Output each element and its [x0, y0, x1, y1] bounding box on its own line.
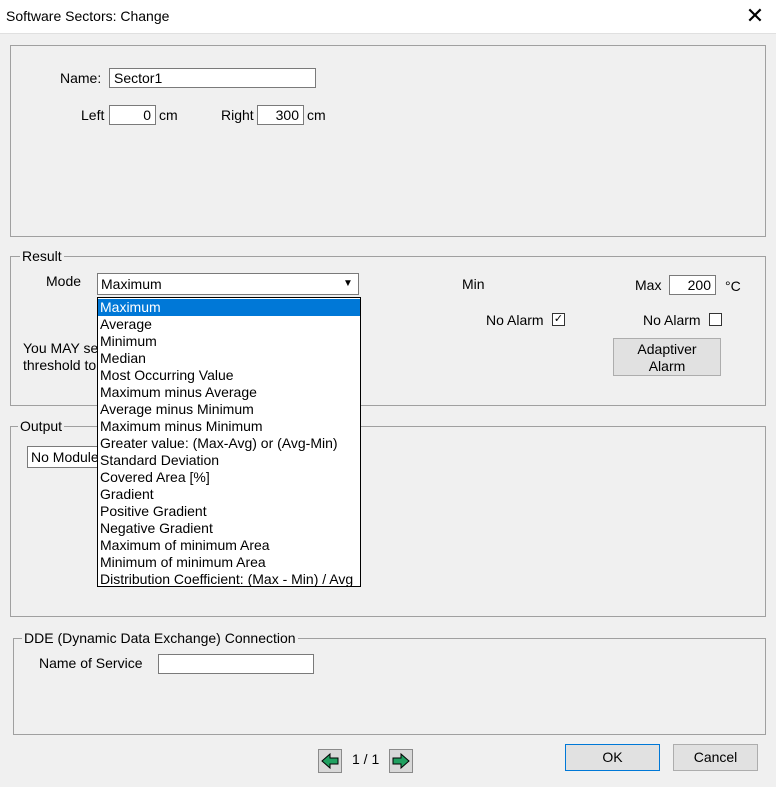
right-label: Right: [221, 107, 254, 123]
mode-option[interactable]: Positive Gradient: [98, 503, 360, 520]
next-page-button[interactable]: [389, 749, 413, 773]
min-label: Min: [462, 276, 485, 292]
mode-option[interactable]: Gradient: [98, 486, 360, 503]
max-field[interactable]: 200: [669, 275, 716, 295]
output-module-value: No Module: [31, 449, 99, 465]
adaptive-alarm-line1: Adaptiver: [637, 341, 697, 357]
title-bar: Software Sectors: Change ✕: [0, 0, 776, 34]
adaptive-alarm-line2: Alarm: [648, 358, 686, 374]
mode-option[interactable]: Average: [98, 316, 360, 333]
mode-option[interactable]: Minimum of minimum Area: [98, 554, 360, 571]
mode-select-value: Maximum: [101, 276, 162, 292]
chevron-down-icon[interactable]: ▼: [338, 274, 358, 294]
mode-dropdown-list: Maximum Average Minimum Median Most Occurrin…: [97, 297, 361, 587]
right-unit: cm: [307, 107, 326, 123]
mode-select[interactable]: Maximum ▼: [97, 273, 359, 295]
mode-option[interactable]: Greater value: (Max-Avg) or (Avg-Min): [98, 435, 360, 452]
arrow-left-icon: [321, 752, 339, 770]
mode-option[interactable]: Maximum minus Minimum: [98, 418, 360, 435]
prev-page-button[interactable]: [318, 749, 342, 773]
service-field[interactable]: [158, 654, 314, 674]
mode-option[interactable]: Maximum: [98, 299, 360, 316]
left-label: Left: [81, 107, 105, 123]
hint-text-line2: threshold to: [23, 357, 97, 373]
check-icon: ✓: [553, 313, 564, 325]
mode-option[interactable]: Most Occurring Value: [98, 367, 360, 384]
window-title: Software Sectors: Change: [6, 8, 170, 24]
max-label: Max: [635, 277, 662, 293]
output-legend: Output: [18, 418, 65, 434]
no-alarm-max-checkbox[interactable]: [709, 313, 722, 326]
mode-option[interactable]: Standard Deviation: [98, 452, 360, 469]
page-indicator: 1 / 1: [352, 751, 380, 767]
mode-option[interactable]: Minimum: [98, 333, 360, 350]
no-alarm-min-checkbox[interactable]: ✓: [552, 313, 565, 326]
mode-option[interactable]: Negative Gradient: [98, 520, 360, 537]
mode-option[interactable]: Average minus Minimum: [98, 401, 360, 418]
mode-option[interactable]: Median: [98, 350, 360, 367]
hint-text-line1: You MAY se: [23, 340, 99, 356]
mode-option[interactable]: Covered Area [%]: [98, 469, 360, 486]
name-field[interactable]: Sector1: [109, 68, 316, 88]
mode-option[interactable]: Distribution Coefficient: (Max - Min) / …: [98, 571, 360, 588]
no-alarm-max-label: No Alarm: [643, 312, 701, 328]
output-module-select[interactable]: No Module: [27, 446, 107, 468]
arrow-right-icon: [392, 752, 410, 770]
left-field[interactable]: 0: [109, 105, 156, 125]
name-label: Name:: [60, 70, 102, 86]
service-label: Name of Service: [39, 655, 143, 671]
dde-group: [13, 638, 766, 735]
close-icon[interactable]: ✕: [744, 4, 766, 28]
cancel-button[interactable]: Cancel: [673, 744, 758, 771]
mode-label: Mode: [46, 273, 82, 289]
no-alarm-min-label: No Alarm: [486, 312, 544, 328]
right-field[interactable]: 300: [257, 105, 304, 125]
ok-button[interactable]: OK: [565, 744, 660, 771]
adaptive-alarm-button[interactable]: Adaptiver Alarm: [613, 338, 721, 376]
mode-option[interactable]: Maximum minus Average: [98, 384, 360, 401]
dde-legend: DDE (Dynamic Data Exchange) Connection: [22, 630, 298, 646]
result-legend: Result: [20, 248, 64, 264]
max-unit: °C: [725, 278, 741, 294]
left-unit: cm: [159, 107, 178, 123]
mode-option[interactable]: Maximum of minimum Area: [98, 537, 360, 554]
